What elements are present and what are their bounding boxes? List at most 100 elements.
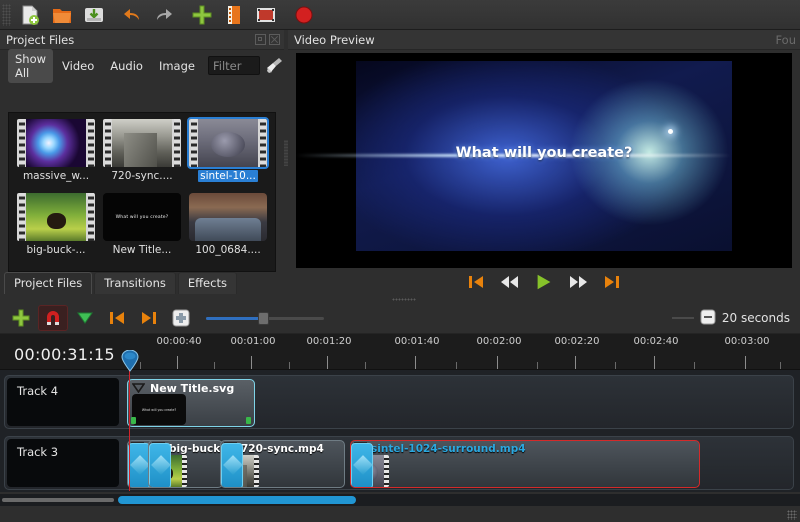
open-project-icon[interactable] <box>46 1 78 29</box>
project-file-item[interactable]: 100_0684.... <box>185 191 271 265</box>
clip-transition-marker[interactable] <box>221 443 243 488</box>
file-thumbnail[interactable] <box>17 119 95 167</box>
center-playhead-icon[interactable] <box>166 305 196 331</box>
resize-grip[interactable] <box>787 510 797 520</box>
ruler-minor-tick <box>615 362 616 369</box>
status-bar <box>0 506 800 522</box>
filter-show-all-button[interactable]: Show All <box>8 49 53 83</box>
clip-resize-handle[interactable] <box>246 417 251 424</box>
track-row[interactable]: Track 3m...big-buck-720-sync.mp4sintel-1… <box>4 436 794 490</box>
tab-project-files[interactable]: Project Files <box>4 272 92 294</box>
ruler-minor-tick <box>140 362 141 369</box>
thumbnail-image <box>26 119 86 167</box>
video-preview-title: Video Preview <box>294 33 375 47</box>
track-label: Track 4 <box>17 384 58 398</box>
ruler-tick-label: 00:01:20 <box>307 336 352 347</box>
jump-end-button[interactable] <box>602 273 622 291</box>
zoom-out-icon[interactable] <box>700 309 716 328</box>
timeline-clip[interactable]: big-buck- <box>148 440 223 488</box>
filter-audio-button[interactable]: Audio <box>103 56 150 76</box>
ruler-tick-label: 00:02:20 <box>555 336 600 347</box>
new-project-icon[interactable] <box>14 1 46 29</box>
ruler-tick <box>327 356 328 369</box>
clip-transition-marker[interactable] <box>128 443 150 488</box>
profile-icon[interactable] <box>218 1 250 29</box>
panel-tab-bar: Project Files Transitions Effects <box>0 272 284 294</box>
file-filter-input[interactable] <box>208 56 260 75</box>
playhead-line <box>129 366 130 491</box>
clip-thumbnail: What will you create? <box>132 394 186 425</box>
next-marker-icon[interactable] <box>134 305 164 331</box>
timeline-zoom-slider[interactable] <box>206 305 324 331</box>
redo-icon[interactable] <box>148 1 180 29</box>
previous-marker-icon[interactable] <box>102 305 132 331</box>
timeline-horizontal-scrollbar[interactable] <box>0 494 800 506</box>
timeline-clip[interactable]: New Title.svgWhat will you create? <box>127 379 255 427</box>
playhead-marker[interactable] <box>121 350 139 372</box>
export-video-icon[interactable] <box>288 1 320 29</box>
track-row[interactable]: Track 4 New Title.svgWhat will you create… <box>4 375 794 429</box>
play-button[interactable] <box>534 273 554 291</box>
project-files-panel: Project Files Show All Video Audio Image… <box>0 30 284 295</box>
timeline-tracks[interactable]: Track 4 New Title.svgWhat will you create… <box>0 370 800 492</box>
toolbar-grip[interactable] <box>2 4 11 26</box>
save-project-icon[interactable] <box>78 1 110 29</box>
clip-transition-marker[interactable] <box>351 443 373 488</box>
fast-forward-button[interactable] <box>568 273 588 291</box>
file-thumbnail[interactable]: What will you create? <box>103 193 181 241</box>
project-file-item[interactable]: sintel-10... <box>185 117 271 191</box>
file-thumbnail[interactable] <box>189 119 267 167</box>
filmstrip-sprockets <box>258 119 267 167</box>
file-thumbnail[interactable] <box>17 193 95 241</box>
horizontal-splitter[interactable] <box>0 296 800 303</box>
add-track-icon[interactable] <box>6 305 36 331</box>
project-files-title: Project Files <box>6 33 74 47</box>
file-label: New Title... <box>113 244 172 256</box>
preview-overlay-text: What will you create? <box>296 145 792 161</box>
ruler-tick <box>415 356 416 369</box>
clip-transition-marker[interactable] <box>149 443 171 488</box>
tab-effects[interactable]: Effects <box>178 272 237 294</box>
track-header[interactable]: Track 3 <box>7 439 119 487</box>
transport-controls <box>288 268 800 296</box>
file-label: massive_w... <box>23 170 89 182</box>
filmstrip-sprockets <box>103 119 112 167</box>
thumbnail-image <box>112 119 172 167</box>
clip-title: big-buck- <box>169 443 223 455</box>
video-output-area[interactable]: What will you create? <box>296 53 792 268</box>
rewind-button[interactable] <box>500 273 520 291</box>
video-frame: What will you create? <box>296 61 792 251</box>
import-files-icon[interactable] <box>186 1 218 29</box>
close-panel-icon[interactable] <box>269 34 280 45</box>
filter-video-button[interactable]: Video <box>55 56 101 76</box>
scrollbar-thumb[interactable] <box>118 496 356 504</box>
undo-icon[interactable] <box>116 1 148 29</box>
ruler-tick <box>575 356 576 369</box>
jump-start-button[interactable] <box>466 273 486 291</box>
timeline-clip[interactable]: sintel-1024-surround.mp4 <box>350 440 700 488</box>
track-header[interactable]: Track 4 <box>7 378 119 426</box>
playhead-timecode: 00:00:31:15 <box>14 345 115 364</box>
clip-resize-handle[interactable] <box>131 417 136 424</box>
broom-icon[interactable] <box>265 56 285 76</box>
timeline-ruler[interactable]: 00:00:31:15 00:00:4000:01:0000:01:2000:0… <box>0 334 800 370</box>
ruler-tick <box>497 356 498 369</box>
project-file-item[interactable]: 720-sync.... <box>99 117 185 191</box>
float-panel-icon[interactable] <box>255 34 266 45</box>
project-file-item[interactable]: big-buck-... <box>13 191 99 265</box>
file-label: 100_0684.... <box>195 244 260 256</box>
snapping-magnet-icon[interactable] <box>38 305 68 331</box>
adjacent-panel-title[interactable]: Fou <box>775 33 796 47</box>
add-marker-icon[interactable] <box>70 305 100 331</box>
filter-image-button[interactable]: Image <box>152 56 202 76</box>
project-file-item[interactable]: What will you create? New Title... <box>99 191 185 265</box>
fullscreen-icon[interactable] <box>250 1 282 29</box>
project-files-grid[interactable]: massive_w... 720-sync.... sintel-10... big-… <box>8 112 276 272</box>
file-label: 720-sync.... <box>111 170 172 182</box>
ruler-minor-tick <box>780 362 781 369</box>
file-thumbnail[interactable] <box>189 193 267 241</box>
file-thumbnail[interactable] <box>103 119 181 167</box>
tab-transitions[interactable]: Transitions <box>94 272 176 294</box>
timeline-clip[interactable]: 720-sync.mp4 <box>220 440 345 488</box>
project-file-item[interactable]: massive_w... <box>13 117 99 191</box>
